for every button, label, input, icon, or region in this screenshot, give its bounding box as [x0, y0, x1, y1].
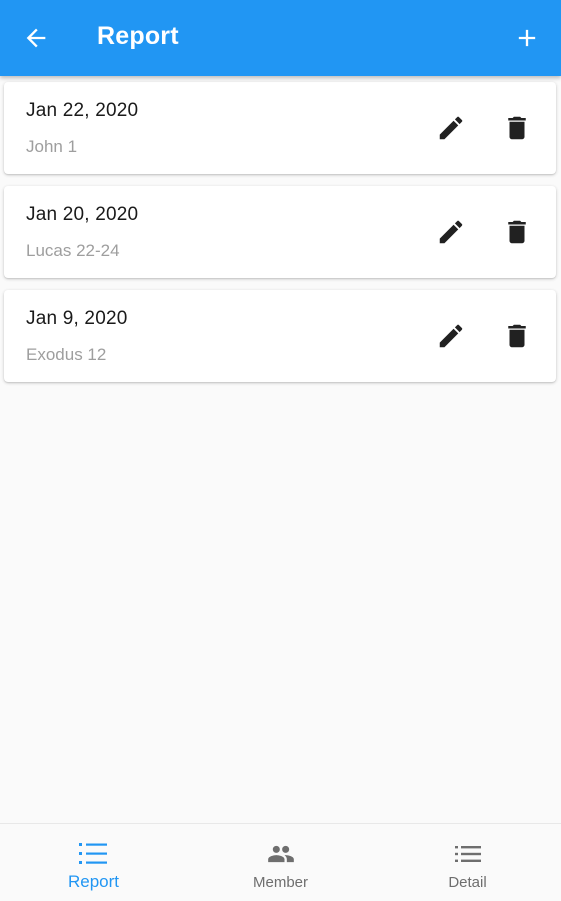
- report-date: Jan 9, 2020: [26, 308, 128, 329]
- report-date: Jan 20, 2020: [26, 204, 139, 225]
- edit-icon[interactable]: [436, 321, 466, 351]
- nav-item-detail[interactable]: Detail: [374, 824, 561, 901]
- bottom-navigation: Report Member Detail: [0, 823, 561, 901]
- report-reference: John 1: [26, 137, 78, 156]
- report-date: Jan 22, 2020: [26, 100, 139, 121]
- people-icon: [267, 845, 294, 863]
- nav-label: Report: [67, 872, 120, 891]
- arrow-back-icon[interactable]: [22, 24, 50, 52]
- nav-label: Member: [252, 874, 308, 891]
- nav-item-report[interactable]: Report: [0, 824, 187, 901]
- add-icon[interactable]: [513, 24, 541, 52]
- report-reference: Exodus 12: [26, 345, 107, 364]
- edit-icon[interactable]: [436, 113, 466, 143]
- numbered-list-icon: [78, 843, 107, 864]
- report-card[interactable]: Jan 22, 2020 John 1: [4, 82, 556, 174]
- nav-label: Detail: [448, 874, 487, 891]
- report-list: Jan 22, 2020 John 1 Jan 20, 2020 Lucas 2…: [4, 82, 556, 394]
- nav-item-member[interactable]: Member: [187, 824, 374, 901]
- delete-icon[interactable]: [502, 113, 532, 143]
- list-icon: [454, 846, 481, 862]
- page-title: Report: [97, 22, 179, 50]
- edit-icon[interactable]: [436, 217, 466, 247]
- report-card[interactable]: Jan 20, 2020 Lucas 22-24: [4, 186, 556, 278]
- report-card[interactable]: Jan 9, 2020 Exodus 12: [4, 290, 556, 382]
- delete-icon[interactable]: [502, 321, 532, 351]
- delete-icon[interactable]: [502, 217, 532, 247]
- report-reference: Lucas 22-24: [26, 241, 120, 260]
- app-bar: Report: [0, 0, 561, 76]
